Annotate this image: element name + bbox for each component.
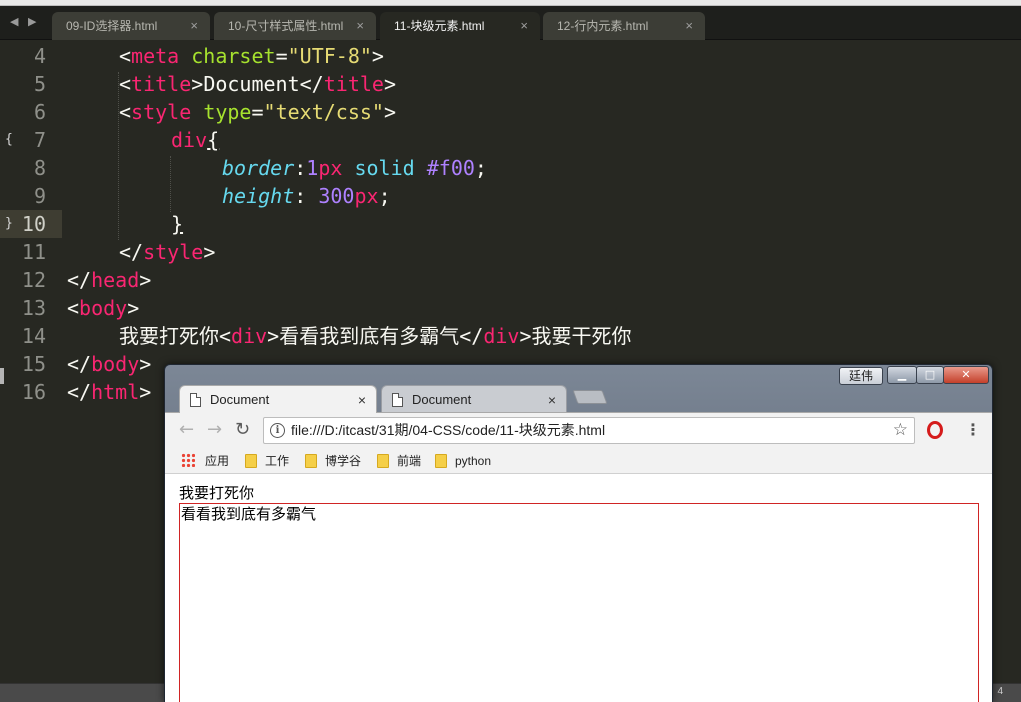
info-icon[interactable]: i [270,423,285,438]
code-text: } [171,212,184,236]
code-line: 13 <body> [0,294,1021,322]
bookmark-star-icon[interactable]: ☆ [893,419,908,442]
code-line: 11 </style> [0,238,1021,266]
address-bar[interactable]: i file:///D:/itcast/31期/04-CSS/code/11-块… [263,417,915,444]
folder-icon [245,454,257,468]
tab-10-size-style[interactable]: 10-尺寸样式属性.html × [214,12,376,40]
page-icon [190,393,201,407]
line-number: 6 [33,100,46,124]
close-window-icon[interactable]: ✕ [943,366,989,384]
reload-icon[interactable]: ↻ [235,419,250,441]
profile-user-badge[interactable]: 廷伟 [839,367,883,385]
code-text: height: 300px; [222,184,391,208]
tab-label: 12-行内元素.html [557,19,649,33]
browser-toolbar: ← → ↻ i file:///D:/itcast/31期/04-CSS/cod… [165,412,992,448]
opera-extension-icon[interactable] [927,421,943,439]
code-text: </body> [67,352,152,376]
bookmark-label: 前端 [397,454,422,468]
code-line: { 7 div{ [0,126,1021,154]
page-div-text: 看看我到底有多霸气 [181,505,317,523]
code-text: <meta charset="UTF-8"> [119,44,384,68]
forward-arrow-icon[interactable]: → [207,419,222,441]
line-number: 8 [33,156,46,180]
browser-window: 廷伟 ▁ □ ✕ Document × Document × ← → ↻ i f… [164,364,993,702]
bookmark-label: 工作 [265,454,290,468]
tab-12-inline-elements[interactable]: 12-行内元素.html × [543,12,705,40]
code-line: 4 <meta charset="UTF-8"> [0,42,1021,70]
maximize-icon[interactable]: □ [916,366,944,384]
tab-09-id-selector[interactable]: 09-ID选择器.html × [52,12,210,40]
line-number: 12 [21,268,46,292]
folder-icon [377,454,389,468]
tab-close-icon[interactable]: × [520,12,528,40]
back-arrow-icon[interactable]: ← [179,419,194,441]
editor-tab-bar: ◀ ▶ 09-ID选择器.html × 10-尺寸样式属性.html × 11-… [0,6,1021,40]
line-number: 5 [33,72,46,96]
code-text: <style type="text/css"> [119,100,396,124]
tab-close-icon[interactable]: × [190,12,198,40]
line-number: 10 [21,212,46,236]
bookmark-label: 应用 [205,454,230,468]
code-text: border:1px solid #f00; [222,156,487,180]
browser-tab-label: Document [412,392,472,407]
bookmark-boxuegu[interactable]: 博学谷 [305,448,375,474]
bookmark-label: 博学谷 [325,454,362,468]
tab-label: 11-块级元素.html [394,19,485,33]
bookmark-work[interactable]: 工作 [245,448,305,474]
line-number: 4 [33,44,46,68]
tab-close-icon[interactable]: × [356,12,364,40]
bookmark-apps[interactable]: 应用 [165,448,235,474]
kebab-menu-icon[interactable]: ⋮ [965,419,981,441]
code-line: 8 border:1px solid #f00; [0,154,1021,182]
tab-prev-arrow-icon[interactable]: ◀ [10,15,18,28]
bookmark-label: python [455,454,492,468]
tab-label: 09-ID选择器.html [66,19,158,33]
code-line-current: } 10 } [0,210,1021,238]
code-line: 6 <style type="text/css"> [0,98,1021,126]
tab-11-block-elements[interactable]: 11-块级元素.html × [380,12,540,40]
left-scroll-indicator [0,368,4,384]
line-number: 7 [33,128,46,152]
tab-next-arrow-icon[interactable]: ▶ [28,15,36,28]
page-block-div: 看看我到底有多霸气 [179,503,979,702]
code-text: </style> [119,240,216,264]
line-number: 15 [21,352,46,376]
code-text: </head> [67,268,152,292]
code-line: 5 <title>Document</title> [0,70,1021,98]
bookmark-python[interactable]: python [435,448,515,474]
page-viewport: 我要打死你 看看我到底有多霸气 [165,474,992,702]
apps-grid-icon [181,453,195,467]
window-controls: ▁ □ ✕ [887,366,991,385]
browser-tab-close-icon[interactable]: × [358,386,366,414]
code-line: 9 height: 300px; [0,182,1021,210]
browser-tab-label: Document [210,392,270,407]
code-line: 14 我要打死你<div>看看我到底有多霸气</div>我要干死你 [0,322,1021,350]
line-number: 9 [33,184,46,208]
bookmarks-bar: 应用 工作 博学谷 前端 python [165,448,992,474]
new-tab-button[interactable] [572,390,608,404]
browser-tab-close-icon[interactable]: × [548,386,556,414]
line-number: 16 [21,380,46,404]
tab-label: 10-尺寸样式属性.html [228,19,344,33]
folder-icon [435,454,447,468]
browser-tab-active[interactable]: Document × [179,385,377,413]
line-number: 13 [21,296,46,320]
browser-tab-inactive[interactable]: Document × [381,385,567,413]
code-line: 12 </head> [0,266,1021,294]
code-text: <body> [67,296,140,320]
tab-close-icon[interactable]: × [685,12,693,40]
page-icon [392,393,403,407]
status-indicator: 4 [997,686,1003,697]
code-text: </html> [67,380,152,404]
bookmark-frontend[interactable]: 前端 [377,448,437,474]
line-number: 11 [21,240,46,264]
code-text: <title>Document</title> [119,72,396,96]
page-text-before: 我要打死你 [179,484,255,502]
line-number: 14 [21,324,46,348]
minimize-icon[interactable]: ▁ [887,366,917,384]
url-text[interactable]: file:///D:/itcast/31期/04-CSS/code/11-块级元… [291,418,605,443]
code-text: div{ [171,128,220,152]
code-text: 我要打死你<div>看看我到底有多霸气</div>我要干死你 [119,324,632,348]
folder-icon [305,454,317,468]
